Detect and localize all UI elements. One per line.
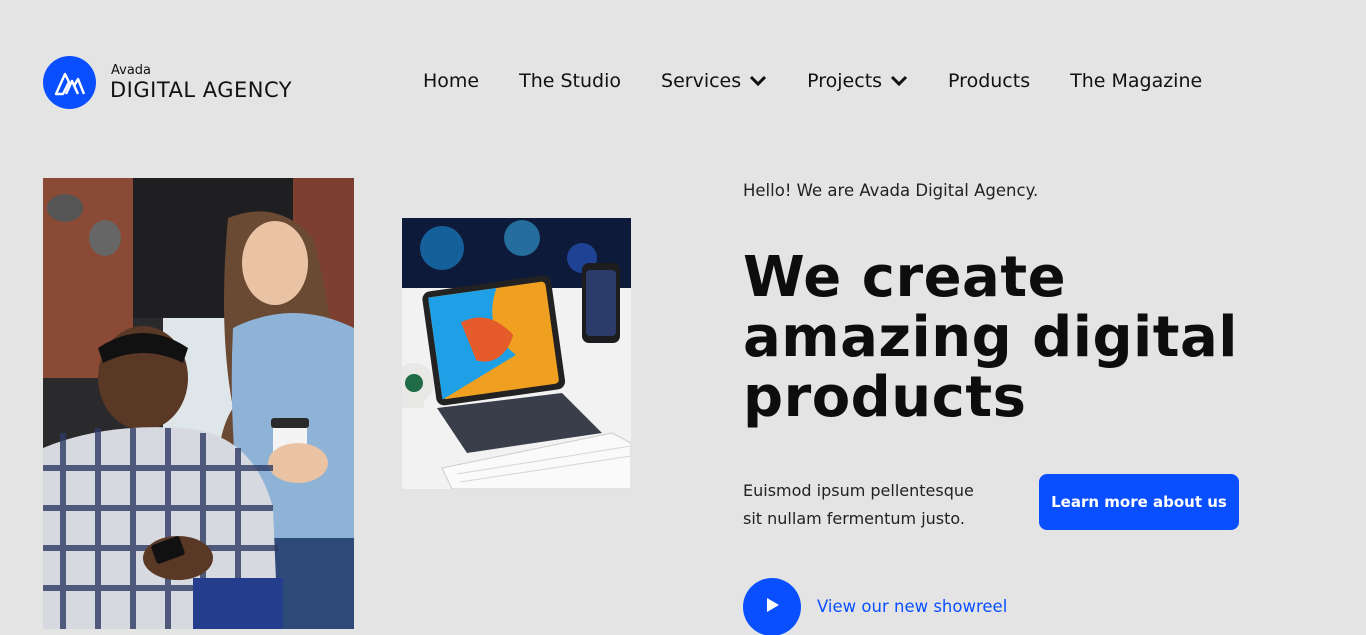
- brand-name-small: Avada: [111, 63, 152, 78]
- headline-line: products: [743, 365, 1027, 430]
- nav-item-label: The Studio: [519, 70, 622, 92]
- nav-item-label: Projects: [807, 70, 883, 92]
- avada-logo-icon: [43, 56, 96, 109]
- main-navigation: Home The Studio Services Projects Produc…: [423, 70, 1242, 92]
- nav-item-label: Home: [423, 70, 480, 92]
- hero-headline: We create amazing digital products: [743, 248, 1343, 428]
- hero-description: Euismod ipsum pellentesque sit nullam fe…: [743, 481, 974, 528]
- nav-item-label: Services: [661, 70, 742, 92]
- nav-item-the-studio[interactable]: The Studio: [519, 70, 621, 92]
- nav-item-products[interactable]: Products: [948, 70, 1030, 92]
- brand-logo[interactable]: Avada DIGITAL AGENCY: [43, 56, 292, 109]
- nav-item-the-magazine[interactable]: The Magazine: [1070, 70, 1202, 92]
- brand-text: Avada DIGITAL AGENCY: [110, 64, 292, 101]
- chevron-down-icon: [749, 75, 767, 87]
- play-icon: [763, 596, 781, 618]
- brand-name-big: DIGITAL AGENCY: [110, 78, 293, 102]
- nav-item-home[interactable]: Home: [423, 70, 479, 92]
- nav-item-services[interactable]: Services: [661, 70, 767, 92]
- hero-intro: Hello! We are Avada Digital Agency.: [743, 181, 1039, 200]
- nav-item-label: The Magazine: [1070, 70, 1203, 92]
- showreel-link[interactable]: View our new showreel: [817, 597, 1007, 616]
- chevron-down-icon: [890, 75, 908, 87]
- headline-line: amazing digital: [743, 305, 1238, 370]
- photo-tablet-phone-keyboard: [402, 218, 631, 489]
- headline-line: We create: [743, 245, 1067, 310]
- photo-team-collaboration: [43, 178, 354, 629]
- nav-item-label: Products: [948, 70, 1031, 92]
- learn-more-button[interactable]: Learn more about us: [1039, 474, 1239, 530]
- play-showreel-button[interactable]: [743, 578, 801, 635]
- nav-item-projects[interactable]: Projects: [807, 70, 908, 92]
